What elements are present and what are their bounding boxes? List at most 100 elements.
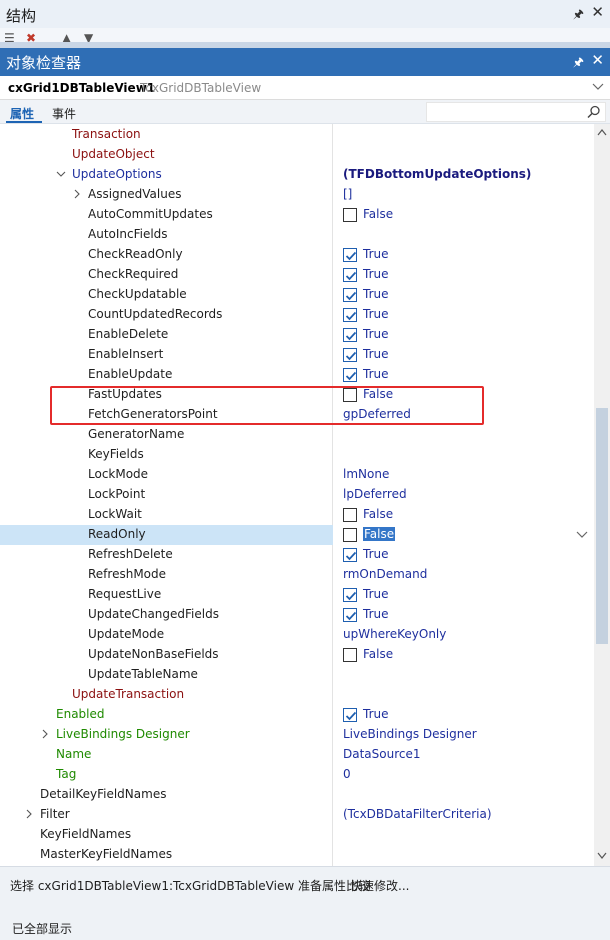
checkbox-unchecked[interactable] — [343, 648, 357, 662]
property-value-cell[interactable]: True — [333, 585, 594, 605]
property-value-cell[interactable] — [333, 145, 594, 165]
property-row[interactable]: LockMode lmNone — [0, 465, 594, 485]
property-row[interactable]: GeneratorName — [0, 425, 594, 445]
property-row[interactable]: Filter (TcxDBDataFilterCriteria) — [0, 805, 594, 825]
up-icon[interactable]: ▲ — [62, 31, 71, 42]
checkbox-checked[interactable] — [343, 248, 357, 262]
property-value-cell[interactable]: False — [333, 505, 594, 525]
property-row[interactable]: EnableDelete True — [0, 325, 594, 345]
close-icon[interactable]: ✕ — [591, 3, 604, 21]
property-row[interactable]: Tag 0 — [0, 765, 594, 785]
chevron-down-icon[interactable] — [592, 80, 604, 92]
tab-properties[interactable]: 属性 — [10, 105, 34, 122]
property-row[interactable]: AutoCommitUpdates False — [0, 205, 594, 225]
checkbox-unchecked[interactable] — [343, 528, 357, 542]
property-value-cell[interactable] — [333, 685, 594, 705]
checkbox-checked[interactable] — [343, 548, 357, 562]
property-value-cell[interactable]: (TFDBottomUpdateOptions) — [333, 165, 594, 185]
checkbox-checked[interactable] — [343, 348, 357, 362]
property-value-cell[interactable]: lpDeferred — [333, 485, 594, 505]
property-value-cell[interactable]: 0 — [333, 765, 594, 785]
pin-icon[interactable]: 🖈 — [573, 53, 584, 74]
property-value-cell[interactable] — [333, 225, 594, 245]
property-row[interactable]: UpdateNonBaseFields False — [0, 645, 594, 665]
property-row[interactable]: Name DataSource1 — [0, 745, 594, 765]
property-row[interactable]: Transaction — [0, 125, 594, 145]
property-value-cell[interactable]: False — [333, 525, 594, 545]
property-row[interactable]: UpdateOptions (TFDBottomUpdateOptions) — [0, 165, 594, 185]
property-value-cell[interactable]: True — [333, 545, 594, 565]
property-value-cell[interactable] — [333, 785, 594, 805]
close-icon[interactable]: ✕ — [591, 51, 604, 69]
delete-icon[interactable]: ✖ — [26, 31, 36, 42]
property-value-cell[interactable]: False — [333, 205, 594, 225]
chevron-right-icon[interactable] — [72, 189, 82, 199]
property-value-cell[interactable] — [333, 125, 594, 145]
property-value-cell[interactable]: rmOnDemand — [333, 565, 594, 585]
property-value-cell[interactable]: True — [333, 705, 594, 725]
checkbox-unchecked[interactable] — [343, 508, 357, 522]
property-row[interactable]: KeyFields — [0, 445, 594, 465]
property-row[interactable]: LockPoint lpDeferred — [0, 485, 594, 505]
property-row[interactable]: EnableInsert True — [0, 345, 594, 365]
checkbox-checked[interactable] — [343, 328, 357, 342]
property-value-cell[interactable]: True — [333, 605, 594, 625]
property-value-cell[interactable]: True — [333, 285, 594, 305]
property-row[interactable]: Enabled True — [0, 705, 594, 725]
property-row[interactable]: CheckReadOnly True — [0, 245, 594, 265]
property-row[interactable]: CountUpdatedRecords True — [0, 305, 594, 325]
property-row[interactable]: UpdateTableName — [0, 665, 594, 685]
property-row[interactable]: MasterKeyFieldNames — [0, 845, 594, 865]
checkbox-checked[interactable] — [343, 368, 357, 382]
property-row[interactable]: UpdateTransaction — [0, 685, 594, 705]
property-value-cell[interactable] — [333, 825, 594, 845]
scroll-up-icon[interactable] — [597, 128, 607, 136]
property-value-cell[interactable]: [] — [333, 185, 594, 205]
property-row[interactable]: CheckRequired True — [0, 265, 594, 285]
property-value-cell[interactable] — [333, 425, 594, 445]
scrollbar-thumb[interactable] — [596, 408, 608, 644]
property-value-cell[interactable]: upWhereKeyOnly — [333, 625, 594, 645]
property-value-cell[interactable]: True — [333, 345, 594, 365]
property-value-cell[interactable]: LiveBindings Designer — [333, 725, 594, 745]
property-value-cell[interactable] — [333, 665, 594, 685]
property-row[interactable]: AutoIncFields — [0, 225, 594, 245]
quick-edit-link[interactable]: 快速修改... — [350, 877, 409, 894]
property-row[interactable]: EnableUpdate True — [0, 365, 594, 385]
down-icon[interactable]: ▼ — [84, 31, 93, 42]
property-value-cell[interactable]: (TcxDBDataFilterCriteria) — [333, 805, 594, 825]
property-row[interactable]: UpdateObject — [0, 145, 594, 165]
property-value-cell[interactable]: True — [333, 325, 594, 345]
checkbox-checked[interactable] — [343, 588, 357, 602]
component-selector[interactable]: cxGrid1DBTableView1 TcxGridDBTableView — [0, 76, 610, 100]
property-row[interactable]: RequestLive True — [0, 585, 594, 605]
property-value-cell[interactable]: True — [333, 265, 594, 285]
property-value-cell[interactable]: False — [333, 645, 594, 665]
checkbox-checked[interactable] — [343, 288, 357, 302]
checkbox-checked[interactable] — [343, 268, 357, 282]
pin-icon[interactable]: 🖈 — [573, 5, 584, 26]
property-value-cell[interactable]: True — [333, 245, 594, 265]
property-value[interactable]: False — [363, 527, 396, 541]
property-value-cell[interactable] — [333, 845, 594, 865]
property-row[interactable]: LiveBindings Designer LiveBindings Design… — [0, 725, 594, 745]
checkbox-checked[interactable] — [343, 308, 357, 322]
property-row[interactable]: UpdateMode upWhereKeyOnly — [0, 625, 594, 645]
property-value-cell[interactable]: True — [333, 305, 594, 325]
chevron-down-icon[interactable] — [576, 530, 588, 540]
checkbox-checked[interactable] — [343, 708, 357, 722]
property-row[interactable]: KeyFieldNames — [0, 825, 594, 845]
toolbar-icon[interactable]: ☰ — [4, 31, 15, 42]
search-input[interactable] — [426, 102, 606, 122]
property-row[interactable]: AssignedValues [] — [0, 185, 594, 205]
property-row[interactable]: RefreshMode rmOnDemand — [0, 565, 594, 585]
property-row[interactable]: LockWait False — [0, 505, 594, 525]
property-row[interactable]: ReadOnly False — [0, 525, 594, 545]
vertical-scrollbar[interactable] — [594, 124, 610, 866]
scroll-down-icon[interactable] — [597, 852, 607, 860]
chevron-right-icon[interactable] — [40, 729, 50, 739]
property-row[interactable]: DetailKeyFieldNames — [0, 785, 594, 805]
tab-events[interactable]: 事件 — [52, 105, 76, 122]
property-row[interactable]: RefreshDelete True — [0, 545, 594, 565]
chevron-down-icon[interactable] — [56, 169, 66, 179]
